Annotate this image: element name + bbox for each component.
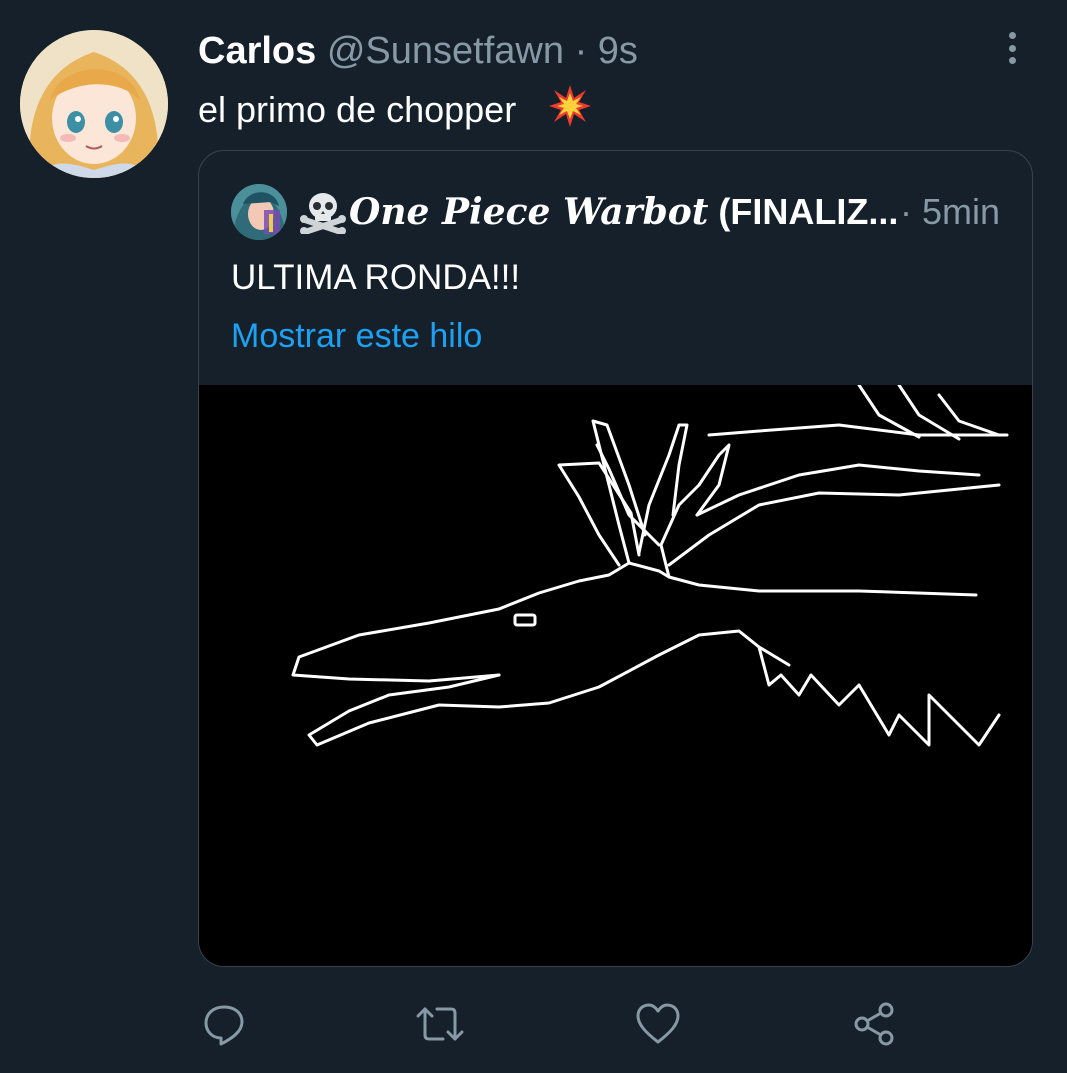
quoted-author-name-script: One Piece Warbot <box>349 191 709 233</box>
skull-crossbones-icon <box>300 193 346 234</box>
tweet-text: el primo de chopper <box>198 89 517 131</box>
tweet-text-row: el primo de chopper <box>198 84 592 141</box>
action-bar <box>0 998 1067 1050</box>
quoted-author-name-suffix: (FINALIZ... <box>718 191 899 232</box>
separator-dot: · <box>574 30 588 72</box>
author-handle[interactable]: @Sunsetfawn <box>327 30 564 72</box>
quoted-tweet[interactable]: One Piece Warbot (FINALIZ... · 5min ULTI… <box>198 150 1033 967</box>
tweet-header: Carlos @Sunsetfawn · 9s <box>198 26 638 76</box>
quoted-text: ULTIMA RONDA!!! <box>231 258 521 297</box>
retweet-icon[interactable] <box>414 998 466 1050</box>
like-icon[interactable] <box>632 998 684 1050</box>
more-options-icon[interactable] <box>1000 28 1024 68</box>
quoted-author-name[interactable]: One Piece Warbot (FINALIZ... <box>349 187 898 237</box>
quoted-separator: · <box>899 191 912 232</box>
author-avatar[interactable] <box>20 30 168 178</box>
quoted-time-row: · 5min <box>900 187 1000 237</box>
tweet-time[interactable]: 9s <box>598 30 638 72</box>
line-drawing-bird-image <box>291 383 1009 747</box>
share-icon[interactable] <box>848 998 900 1050</box>
quoted-author-avatar[interactable] <box>231 184 287 240</box>
quoted-avatar-icon <box>231 184 287 240</box>
anime-girl-avatar-icon <box>20 30 168 178</box>
author-name[interactable]: Carlos <box>198 30 316 72</box>
quoted-media-image[interactable] <box>199 383 1032 966</box>
quoted-time[interactable]: 5min <box>922 191 1000 232</box>
show-thread-link[interactable]: Mostrar este hilo <box>231 311 482 361</box>
reply-icon[interactable] <box>198 998 250 1050</box>
collision-icon <box>548 84 592 141</box>
